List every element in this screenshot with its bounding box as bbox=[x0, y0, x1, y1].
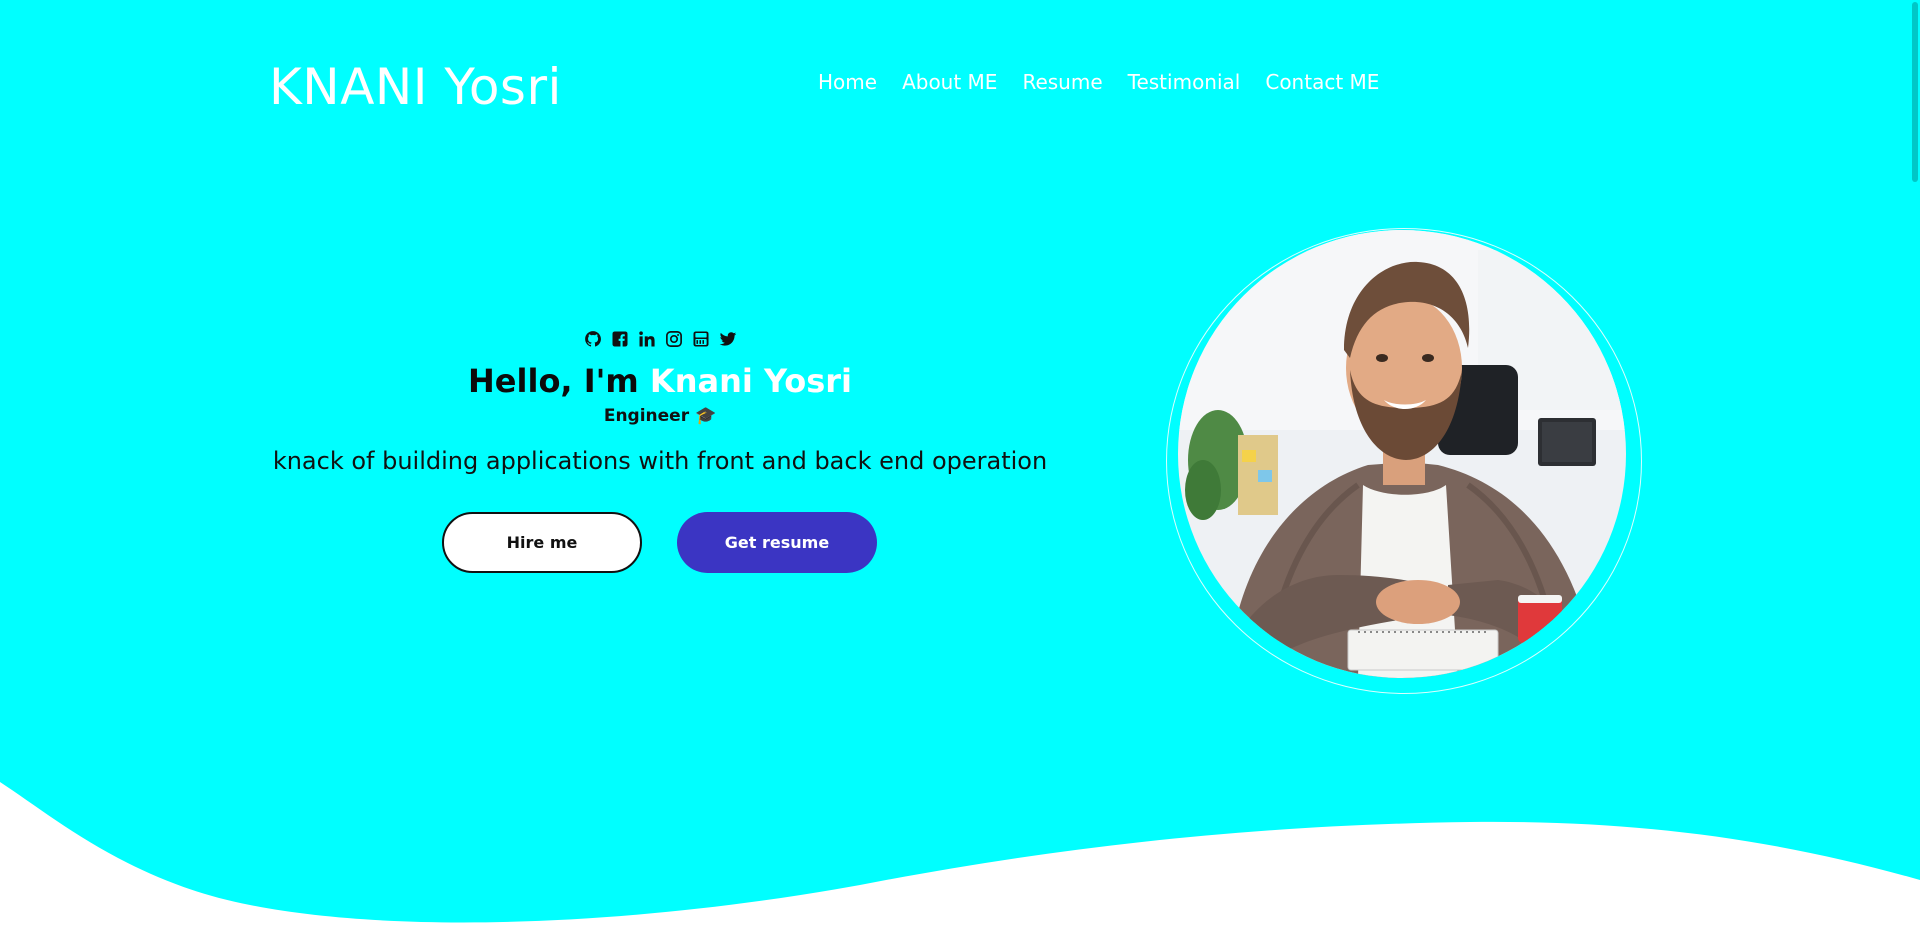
hero-intro: Hello, I'm Knani Yosri Engineer 🎓 knack … bbox=[270, 330, 1050, 475]
scrollbar-thumb[interactable] bbox=[1912, 2, 1918, 182]
hero-role: Engineer 🎓 bbox=[603, 406, 717, 426]
get-resume-button[interactable]: Get resume bbox=[677, 512, 877, 573]
site-logo[interactable]: KNANI Yosri bbox=[269, 58, 562, 116]
profile-photo-frame bbox=[1166, 228, 1642, 694]
hero-buttons: Hire me Get resume bbox=[442, 512, 877, 573]
nav-contact-me[interactable]: Contact ME bbox=[1265, 70, 1379, 94]
social-links bbox=[270, 330, 1050, 352]
instagram-icon[interactable] bbox=[665, 330, 683, 348]
nav-about-me[interactable]: About ME bbox=[902, 70, 997, 94]
youtube-icon[interactable] bbox=[692, 330, 710, 348]
page: KNANI Yosri Home About ME Resume Testimo… bbox=[0, 0, 1920, 939]
main-nav: Home About ME Resume Testimonial Contact… bbox=[818, 70, 1379, 94]
hero-tagline: knack of building applications with fron… bbox=[272, 447, 1048, 475]
nav-testimonial[interactable]: Testimonial bbox=[1128, 70, 1241, 94]
nav-resume[interactable]: Resume bbox=[1022, 70, 1102, 94]
scrollbar[interactable] bbox=[1908, 0, 1920, 939]
greeting-name: Knani Yosri bbox=[649, 362, 852, 400]
hire-me-button[interactable]: Hire me bbox=[442, 512, 642, 573]
profile-photo-illustration bbox=[1178, 230, 1626, 678]
nav-home[interactable]: Home bbox=[818, 70, 877, 94]
greeting-prefix: Hello, I'm bbox=[468, 362, 639, 400]
github-icon[interactable] bbox=[584, 330, 602, 348]
hero-greeting: Hello, I'm Knani Yosri bbox=[270, 361, 1050, 401]
profile-photo bbox=[1178, 230, 1626, 678]
twitter-icon[interactable] bbox=[719, 330, 737, 348]
facebook-icon[interactable] bbox=[611, 330, 629, 348]
linkedin-icon[interactable] bbox=[638, 330, 656, 348]
